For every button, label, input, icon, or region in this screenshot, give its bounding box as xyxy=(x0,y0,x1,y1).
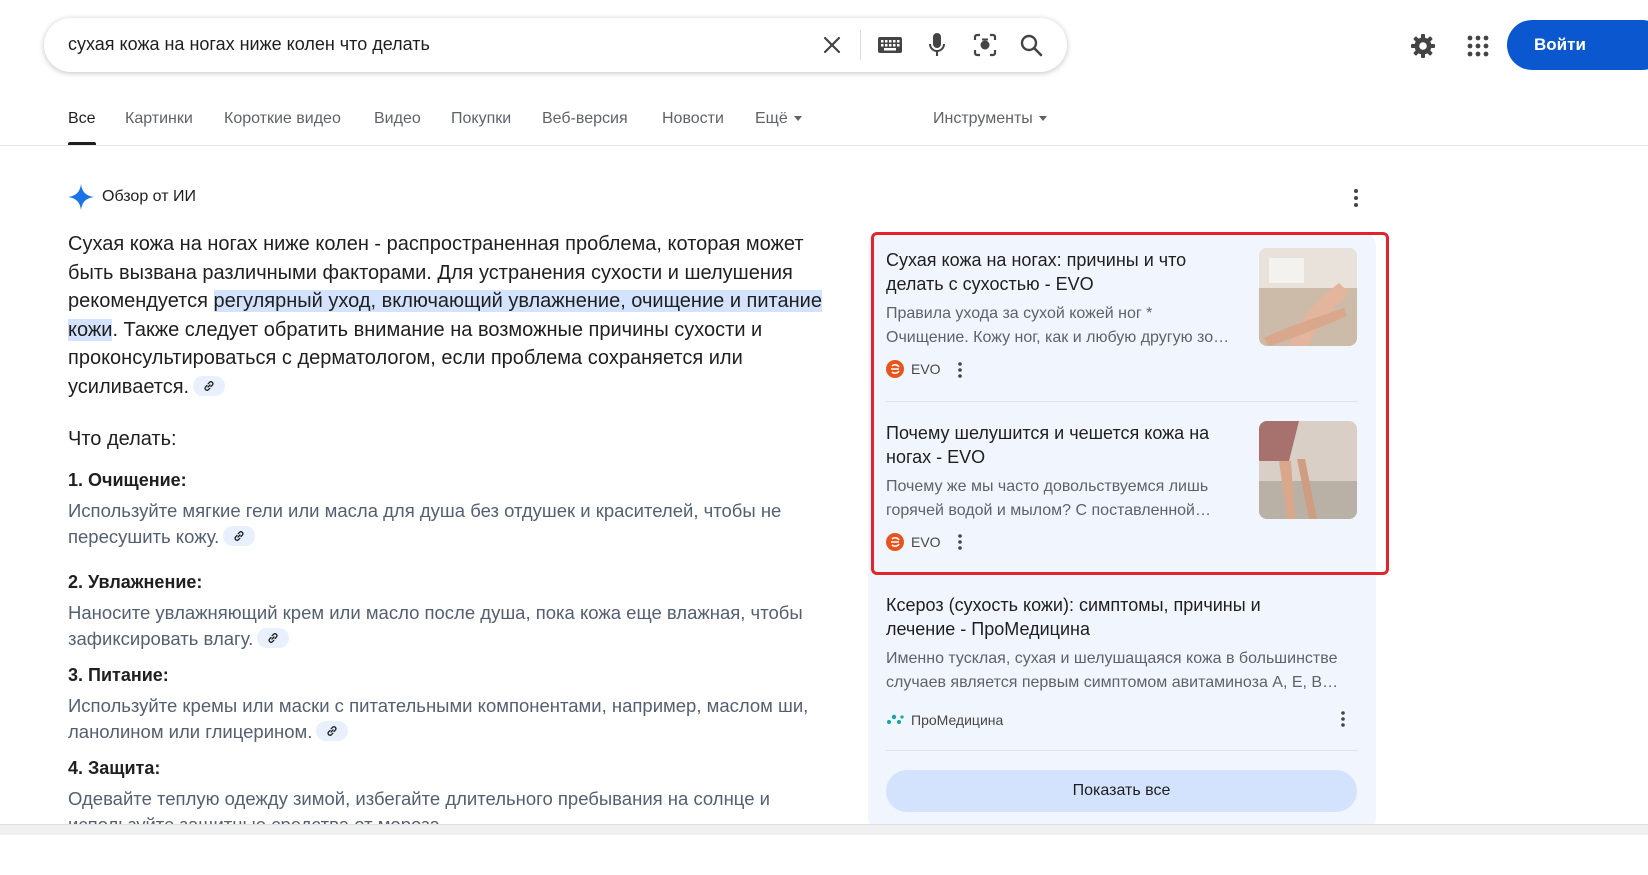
show-all-button[interactable]: Показать все xyxy=(886,770,1357,812)
promedicina-logo-icon xyxy=(887,714,904,724)
link-icon xyxy=(327,726,337,736)
tab-images[interactable]: Картинки xyxy=(125,110,193,128)
chevron-down-icon xyxy=(793,116,802,122)
summary-text-end: . Также следует обратить внимание на воз… xyxy=(68,318,763,398)
tab-more[interactable]: Ещё xyxy=(755,110,802,128)
search-input[interactable]: сухая кожа на ногах ниже колен что делат… xyxy=(68,34,430,55)
link-chip[interactable] xyxy=(223,526,256,547)
step-title: 1. Очищение: xyxy=(68,470,187,490)
keyboard-icon[interactable] xyxy=(876,31,904,59)
tab-tools[interactable]: Инструменты xyxy=(933,110,1047,128)
source-card[interactable]: Ксероз (сухость кожи): симптомы, причины… xyxy=(886,593,1358,695)
gear-icon[interactable] xyxy=(1409,32,1437,60)
tab-news[interactable]: Новости xyxy=(662,110,724,128)
card-divider xyxy=(886,750,1358,751)
microphone-icon[interactable] xyxy=(923,31,951,59)
step-text: Одевайте теплую одежду зимой, избегайте … xyxy=(68,788,770,824)
step-text-body: Используйте мягкие гели или масла для ду… xyxy=(68,500,782,547)
taskbar xyxy=(0,824,1648,835)
more-options-icon[interactable] xyxy=(1339,710,1347,733)
source-snippet: Именно тусклая, сухая и шелушащаяся кожа… xyxy=(886,650,1338,667)
tab-tools-label: Инструменты xyxy=(933,110,1033,127)
step-text: Наносите увлажняющий крем или масло посл… xyxy=(68,600,828,652)
chevron-down-icon xyxy=(1038,116,1047,122)
step-text: Используйте мягкие гели или масла для ду… xyxy=(68,498,828,550)
source-title[interactable]: Ксероз (сухость кожи): симптомы, причины… xyxy=(886,593,1306,641)
active-tab-indicator xyxy=(68,142,96,145)
link-chip[interactable] xyxy=(193,375,226,396)
link-icon xyxy=(234,531,244,541)
search-divider xyxy=(860,30,861,60)
more-options-icon[interactable] xyxy=(1352,186,1360,213)
link-chip[interactable] xyxy=(257,628,290,649)
link-icon xyxy=(204,380,214,391)
step-text: Используйте кремы или маски с питательны… xyxy=(68,693,828,745)
ai-overview-header: Обзор от ИИ xyxy=(68,184,196,210)
tab-all[interactable]: Все xyxy=(68,110,96,128)
search-bar[interactable]: сухая кожа на ногах ниже колен что делат… xyxy=(44,18,1067,72)
ai-overview-title: Обзор от ИИ xyxy=(102,188,196,205)
tab-more-label: Ещё xyxy=(755,110,788,127)
apps-grid-icon[interactable] xyxy=(1464,32,1492,60)
link-icon xyxy=(268,633,278,643)
tab-short-videos[interactable]: Короткие видео xyxy=(224,110,341,128)
clear-icon[interactable] xyxy=(818,31,846,59)
highlight-box xyxy=(871,232,1389,575)
step-text-body: Наносите увлажняющий крем или масло посл… xyxy=(68,602,803,649)
step-text-body: Используйте кремы или маски с питательны… xyxy=(68,695,809,742)
tab-shopping[interactable]: Покупки xyxy=(451,110,511,128)
what-to-do-heading: Что делать: xyxy=(68,428,177,450)
source-snippet: случаев является первым симптомом авитам… xyxy=(886,674,1339,691)
camera-search-icon[interactable] xyxy=(971,31,999,59)
source-site[interactable]: ПроМедицина xyxy=(886,711,1003,729)
step-title: 3. Питание: xyxy=(68,665,169,685)
signin-button[interactable]: Войти xyxy=(1507,20,1648,70)
sparkle-icon xyxy=(68,184,94,210)
step-title: 4. Защита: xyxy=(68,758,161,778)
search-tabs: Все Картинки Короткие видео Видео Покупк… xyxy=(0,100,1648,146)
ai-overview-summary: Сухая кожа на ногах ниже колен - распрос… xyxy=(68,230,828,402)
source-site-name: ПроМедицина xyxy=(911,712,1004,728)
link-chip[interactable] xyxy=(316,721,349,742)
tab-videos[interactable]: Видео xyxy=(374,110,421,128)
step-title: 2. Увлажнение: xyxy=(68,572,203,592)
search-icon[interactable] xyxy=(1017,31,1045,59)
tab-web[interactable]: Веб-версия xyxy=(542,110,628,128)
